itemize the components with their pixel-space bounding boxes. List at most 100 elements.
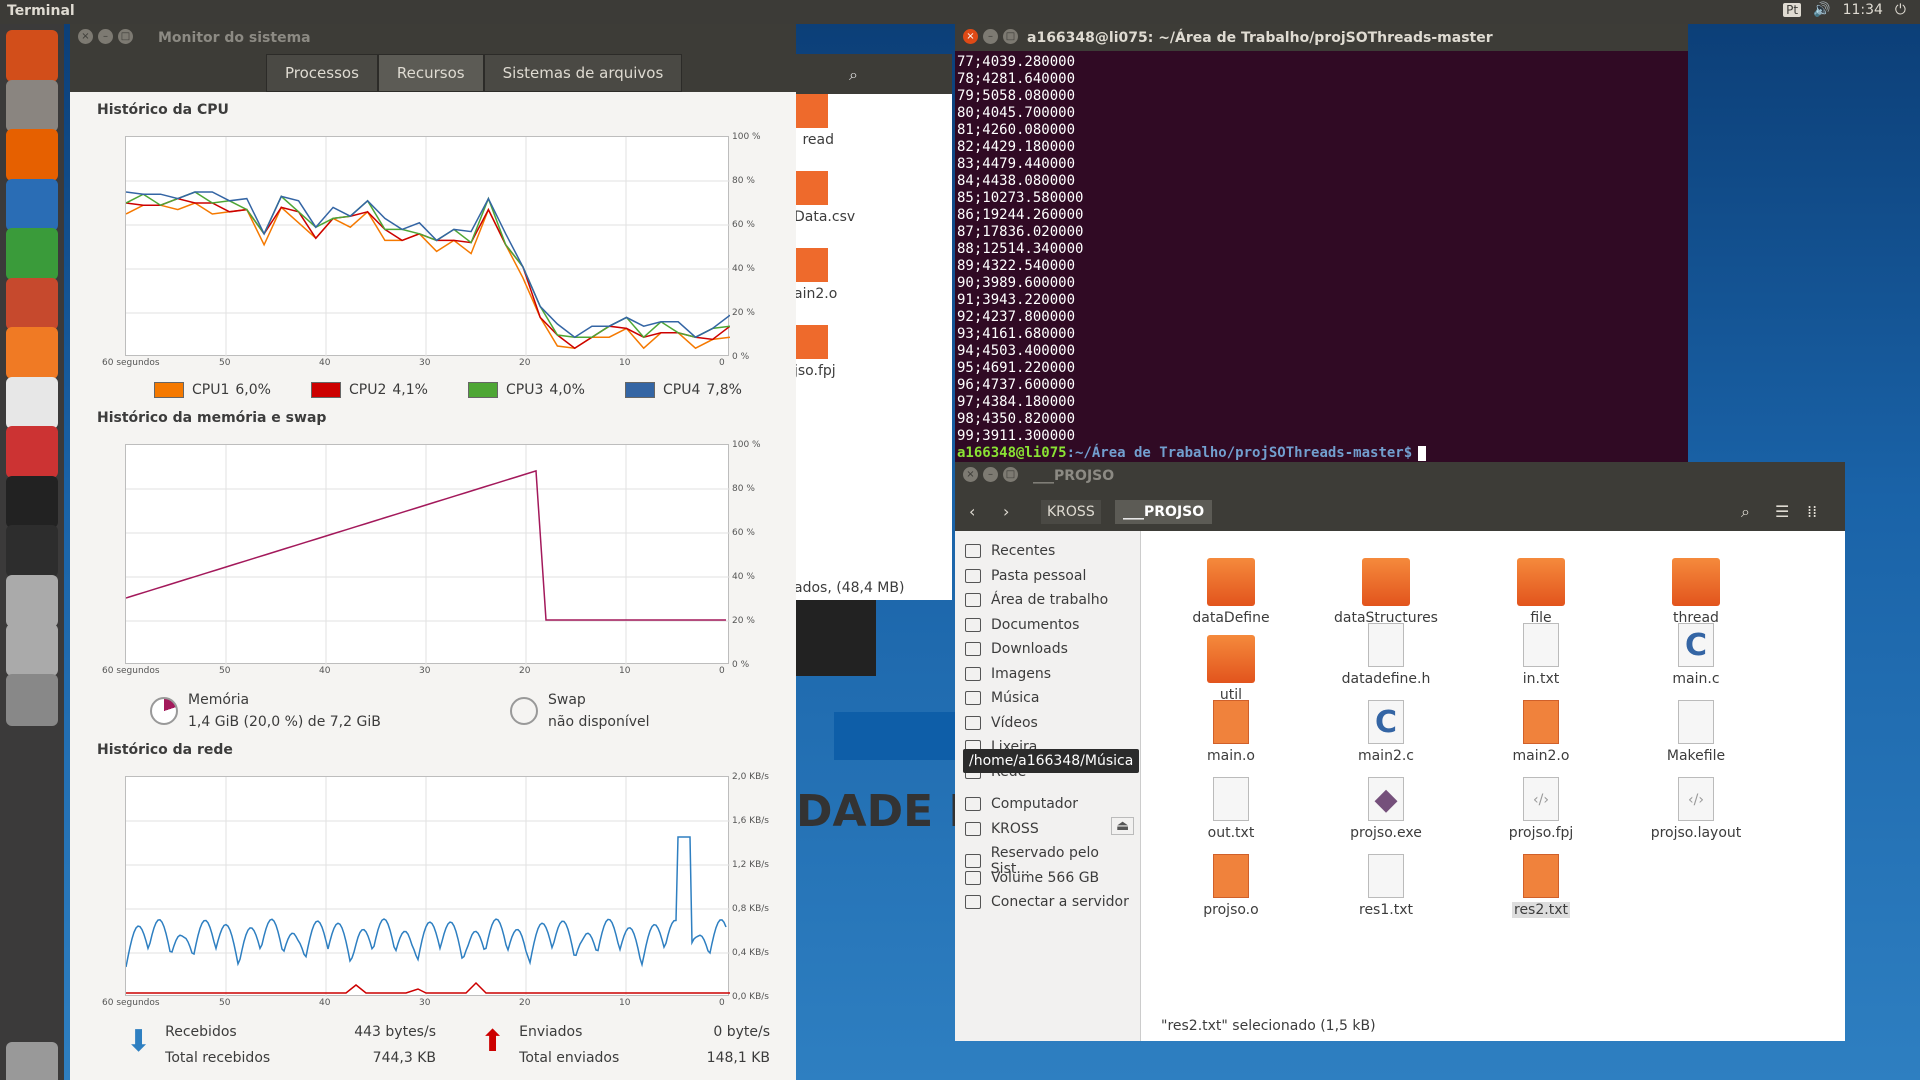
file-item[interactable]: Cmain2.c (1321, 700, 1451, 764)
sidebar-item-computador[interactable]: Computador (965, 796, 1078, 812)
terminal-output[interactable]: 77;4039.280000 78;4281.640000 79;5058.0800… (957, 54, 1427, 462)
settings-icon[interactable] (6, 426, 58, 478)
bin-file-icon (1523, 700, 1559, 744)
amazon-icon[interactable] (6, 376, 58, 429)
keyboard-layout-indicator[interactable]: Pt (1783, 3, 1802, 17)
file-item[interactable]: ◆ projso.exe (1321, 777, 1451, 841)
maximize-button[interactable]: □ (1003, 29, 1018, 44)
search-icon[interactable]: ⌕ (1741, 502, 1750, 522)
file-item[interactable]: dataDefine (1166, 546, 1296, 626)
file-item[interactable]: util (1166, 623, 1296, 703)
file-item[interactable]: main.o (1166, 700, 1296, 764)
doc-file-icon (1368, 854, 1404, 898)
trash-icon[interactable] (6, 1042, 58, 1080)
drive2-icon[interactable] (6, 624, 58, 676)
software-center-icon[interactable] (6, 327, 58, 379)
file-icon (794, 325, 828, 359)
grid-view-icon[interactable]: ⁞⁞ (1807, 502, 1817, 521)
minimize-button[interactable]: – (983, 467, 998, 482)
file-item[interactable]: res2.txt (1476, 854, 1606, 918)
cpu-color-swatch[interactable] (625, 382, 655, 398)
file-name: read (802, 132, 834, 148)
place-icon (965, 642, 981, 656)
sidebar-item-downloads[interactable]: Downloads (965, 641, 1068, 657)
network-graph (125, 776, 730, 997)
terminal-line: 96;4737.600000 (957, 377, 1076, 393)
forward-button[interactable]: › (1003, 502, 1009, 521)
tab-sistemas-de-arquivos[interactable]: Sistemas de arquivos (483, 54, 683, 92)
x-tick-label: 10 (619, 358, 631, 368)
sidebar-item-v-deos[interactable]: Vídeos (965, 715, 1038, 731)
file-item[interactable]: res1.txt (1321, 854, 1451, 918)
impress-icon[interactable] (6, 277, 58, 330)
file-item[interactable]: ‹/› projso.layout (1631, 777, 1761, 841)
close-button[interactable]: × (963, 467, 978, 482)
sidebar-item-volume-566-gb[interactable]: Volume 566 GB (965, 870, 1099, 886)
back-button[interactable]: ‹ (969, 502, 975, 521)
terminal-line: 93;4161.680000 (957, 326, 1076, 342)
list-view-icon[interactable]: ☰ (1775, 502, 1789, 521)
minimize-button[interactable]: – (98, 29, 113, 44)
sidebar-item-conectar-a-servidor[interactable]: Conectar a servidor (965, 894, 1129, 910)
sidebar-item-documentos[interactable]: Documentos (965, 617, 1079, 633)
usb-icon[interactable] (6, 673, 58, 726)
wallpaper-block (796, 600, 876, 676)
clock[interactable]: 11:34 (1843, 2, 1883, 18)
sidebar-item-kross[interactable]: KROSS (965, 821, 1039, 837)
wallpaper-bar (834, 712, 964, 760)
file-name: projso.layout (1650, 825, 1742, 841)
terminal-window[interactable]: × – □ a166348@li075: ~/Área de Trabalho/pr… (955, 24, 1688, 462)
ubuntu-dash-icon[interactable] (6, 30, 58, 82)
volume-icon[interactable]: 🔊 (1813, 2, 1830, 18)
close-button[interactable]: × (78, 29, 93, 44)
doc-file-icon (1523, 623, 1559, 667)
folder-icon (1207, 635, 1255, 683)
sidebar-item--rea-de-trabalho[interactable]: Área de trabalho (965, 592, 1108, 608)
file-item[interactable]: datadefine.h (1321, 623, 1451, 687)
file-item[interactable]: thread (1631, 546, 1761, 626)
sidebar-item-recentes[interactable]: Recentes (965, 543, 1055, 559)
drive-icon[interactable] (6, 574, 58, 627)
sidebar-item-label: Volume 566 GB (991, 870, 1100, 886)
file-item[interactable]: out.txt (1166, 777, 1296, 841)
x-tick-label: 50 (219, 998, 231, 1008)
tab-recursos[interactable]: Recursos (377, 54, 484, 92)
sidebar-item-m-sica[interactable]: Música (965, 690, 1039, 706)
cpu-color-swatch[interactable] (468, 382, 498, 398)
x-tick-label: 20 (519, 998, 531, 1008)
file-item[interactable]: Makefile (1631, 700, 1761, 764)
sidebar-item-pasta-pessoal[interactable]: Pasta pessoal (965, 568, 1086, 584)
minimize-button[interactable]: – (983, 29, 998, 44)
eject-icon[interactable]: ⏏ (1111, 817, 1135, 835)
file-item[interactable]: dataStructures (1321, 546, 1451, 626)
maximize-button[interactable]: □ (1003, 467, 1018, 482)
files-icon[interactable] (6, 79, 58, 132)
close-button[interactable]: × (963, 29, 978, 44)
file-item[interactable]: in.txt (1476, 623, 1606, 687)
memory-value: 1,4 GiB (20,0 %) de 7,2 GiB (188, 714, 381, 730)
calc-icon[interactable] (6, 228, 58, 280)
doc-file-icon (1213, 777, 1249, 821)
file-item[interactable]: ‹/› projso.fpj (1476, 777, 1606, 841)
tab-processos[interactable]: Processos (266, 54, 378, 92)
power-icon[interactable]: ⏻ (1895, 2, 1906, 18)
terminal-icon[interactable] (6, 475, 58, 528)
cpu-color-swatch[interactable] (154, 382, 184, 398)
file-item[interactable]: main2.o (1476, 700, 1606, 764)
cpu-color-swatch[interactable] (311, 382, 341, 398)
prompt-line[interactable]: a166348@li075:~/Área de Trabalho/projSOT… (957, 445, 1427, 462)
search-icon[interactable]: ⌕ (849, 65, 858, 85)
file-icon (794, 248, 828, 282)
file-item[interactable]: Cmain.c (1631, 623, 1761, 687)
terminal-titlebar[interactable]: × – □ a166348@li075: ~/Área de Trabalho/pr… (955, 24, 1688, 51)
system-monitor-icon[interactable] (6, 525, 58, 577)
crumb-projso[interactable]: ___PROJSO (1115, 500, 1213, 524)
sidebar-item-imagens[interactable]: Imagens (965, 666, 1051, 682)
firefox-icon[interactable] (6, 129, 58, 181)
crumb-kross[interactable]: KROSS (1041, 500, 1101, 524)
file-item[interactable]: file (1476, 546, 1606, 626)
maximize-button[interactable]: □ (118, 29, 133, 44)
file-name: res2.txt (1512, 902, 1570, 918)
writer-icon[interactable] (6, 178, 58, 231)
file-item[interactable]: projso.o (1166, 854, 1296, 918)
